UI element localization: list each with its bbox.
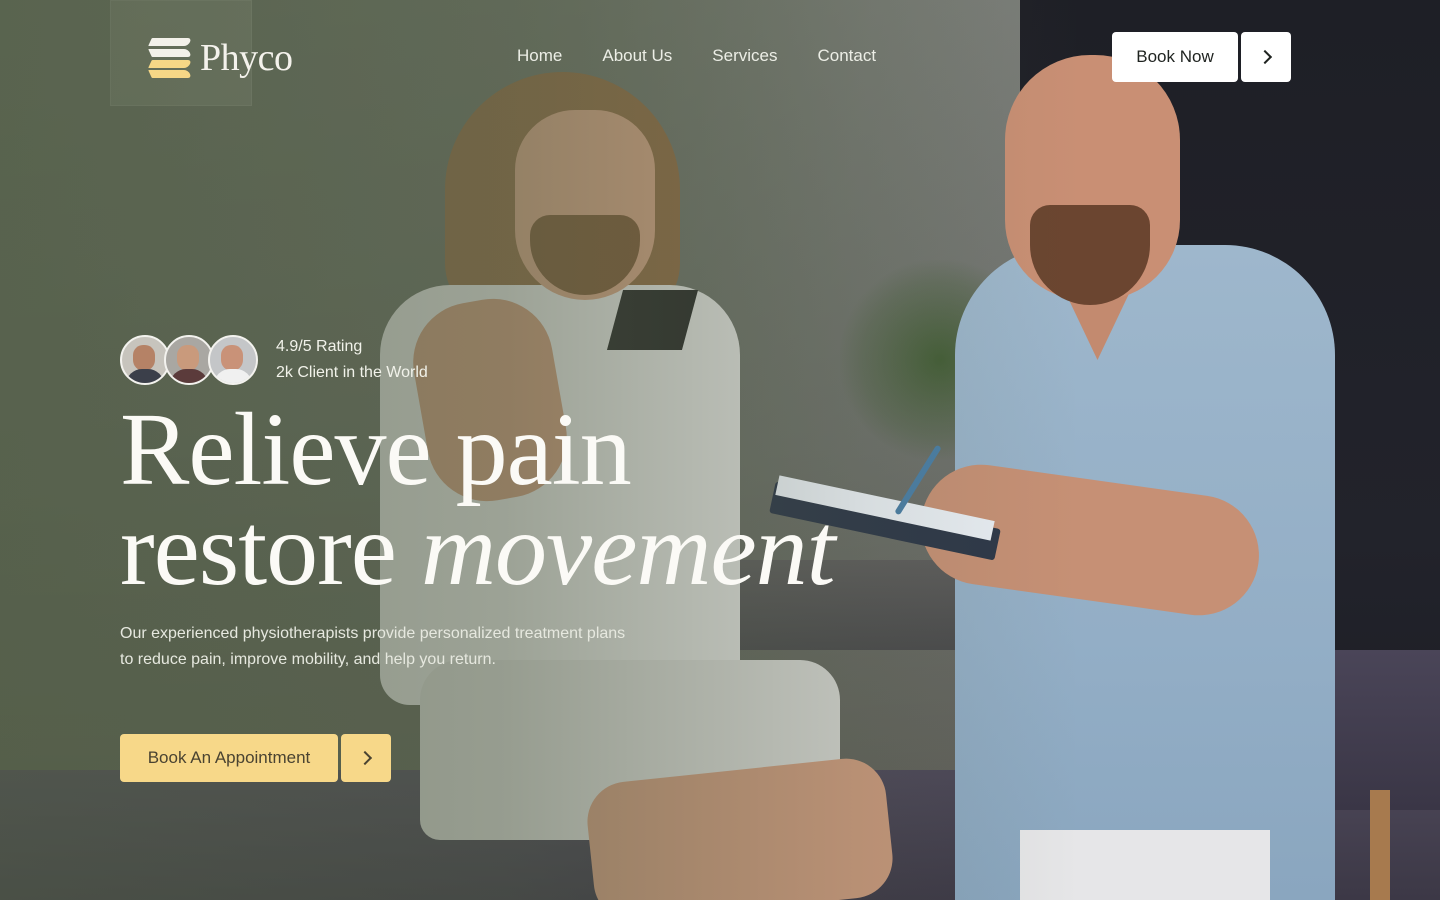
brand-name: Phyco: [200, 37, 293, 79]
hero-description: Our experienced physiotherapists provide…: [120, 621, 680, 673]
hero-cta-group: Book An Appointment: [120, 734, 391, 782]
book-appointment-button[interactable]: Book An Appointment: [120, 734, 338, 782]
hero-description-line-1: Our experienced physiotherapists provide…: [120, 625, 626, 642]
layered-stripes-logo-icon: [148, 38, 192, 78]
headline-italic-word: movement: [420, 492, 836, 607]
headline-line-2: restore movement: [120, 498, 836, 602]
client-count: 2k Client in the World: [276, 364, 428, 381]
nav-item-home[interactable]: Home: [517, 44, 562, 68]
rating-text: 4.9/5 Rating 2k Client in the World: [266, 334, 428, 386]
header-book-now-group: Book Now: [1112, 32, 1291, 82]
hero-page: Phyco Home About Us Services Contact Boo…: [0, 0, 1440, 900]
brand-logo[interactable]: Phyco: [148, 36, 293, 80]
book-now-button[interactable]: Book Now: [1112, 32, 1238, 82]
hero-headline: Relieve pain restore movement: [120, 392, 836, 602]
avatar: [120, 335, 170, 385]
headline-line-1: Relieve pain: [120, 392, 632, 507]
avatar: [208, 335, 258, 385]
chevron-right-icon: [357, 750, 372, 766]
headline-plain-word: restore: [120, 492, 397, 607]
main-nav: Home About Us Services Contact: [517, 44, 876, 68]
nav-item-contact[interactable]: Contact: [817, 44, 876, 68]
book-appointment-arrow-button[interactable]: [341, 734, 391, 782]
avatar: [164, 335, 214, 385]
rating-score: 4.9/5 Rating: [276, 338, 363, 355]
nav-item-about-us[interactable]: About Us: [602, 44, 672, 68]
chevron-right-icon: [1257, 49, 1272, 65]
rating-summary: 4.9/5 Rating 2k Client in the World: [120, 334, 428, 386]
client-avatars: [120, 335, 258, 385]
nav-item-services[interactable]: Services: [712, 44, 777, 68]
hero-description-line-2: to reduce pain, improve mobility, and he…: [120, 651, 496, 668]
book-now-arrow-button[interactable]: [1241, 32, 1291, 82]
